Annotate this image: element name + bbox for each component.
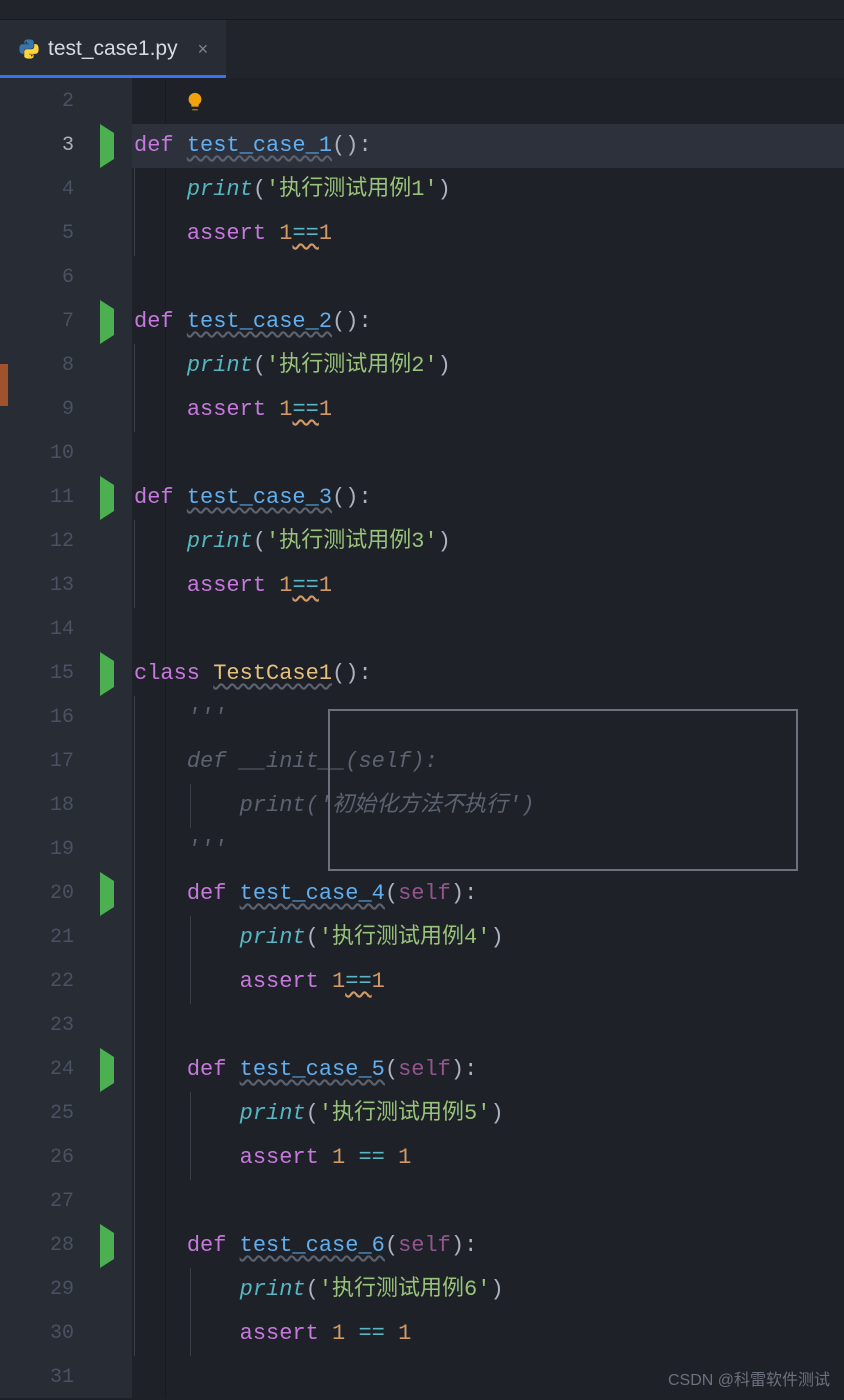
line-number[interactable]: 4 — [12, 168, 82, 212]
line-number[interactable]: 30 — [12, 1312, 82, 1356]
line-number[interactable]: 3 — [12, 124, 82, 168]
code-area[interactable]: def test_case_1(): print('执行测试用例1') asse… — [132, 78, 844, 1398]
code-line-22[interactable]: assert 1==1 — [132, 960, 844, 1004]
tab-bar: test_case1.py × — [0, 20, 844, 78]
line-number[interactable]: 7 — [12, 300, 82, 344]
line-number[interactable]: 22 — [12, 960, 82, 1004]
line-number[interactable]: 8 — [12, 344, 82, 388]
run-test-icon[interactable] — [100, 1224, 114, 1268]
line-number[interactable]: 20 — [12, 872, 82, 916]
run-test-icon[interactable] — [100, 476, 114, 520]
line-number[interactable]: 10 — [12, 432, 82, 476]
line-number[interactable]: 6 — [12, 256, 82, 300]
line-number[interactable]: 24 — [12, 1048, 82, 1092]
code-line-14[interactable] — [132, 608, 844, 652]
line-number-gutter: 2345678910111213141516171819202122232425… — [12, 78, 82, 1398]
run-test-icon[interactable] — [100, 124, 114, 168]
code-line-8[interactable]: print('执行测试用例2') — [132, 344, 844, 388]
marker-gutter — [0, 78, 12, 1398]
file-tab[interactable]: test_case1.py × — [0, 20, 226, 78]
code-line-18[interactable]: print('初始化方法不执行') — [132, 784, 844, 828]
line-number[interactable]: 9 — [12, 388, 82, 432]
line-number[interactable]: 12 — [12, 520, 82, 564]
line-number[interactable]: 28 — [12, 1224, 82, 1268]
watermark: CSDN @科雷软件测试 — [668, 1366, 830, 1390]
code-line-29[interactable]: print('执行测试用例6') — [132, 1268, 844, 1312]
line-number[interactable]: 13 — [12, 564, 82, 608]
run-test-icon[interactable] — [100, 872, 114, 916]
code-line-20[interactable]: def test_case_4(self): — [132, 872, 844, 916]
line-number[interactable]: 2 — [12, 80, 82, 124]
line-number[interactable]: 18 — [12, 784, 82, 828]
code-line-25[interactable]: print('执行测试用例5') — [132, 1092, 844, 1136]
code-line-12[interactable]: print('执行测试用例3') — [132, 520, 844, 564]
code-line-11[interactable]: def test_case_3(): — [132, 476, 844, 520]
line-number[interactable]: 16 — [12, 696, 82, 740]
code-line-30[interactable]: assert 1 == 1 — [132, 1312, 844, 1356]
code-line-19[interactable]: ''' — [132, 828, 844, 872]
code-line-21[interactable]: print('执行测试用例4') — [132, 916, 844, 960]
run-test-icon[interactable] — [100, 300, 114, 344]
line-number[interactable]: 21 — [12, 916, 82, 960]
code-line-10[interactable] — [132, 432, 844, 476]
code-line-7[interactable]: def test_case_2(): — [132, 300, 844, 344]
line-number[interactable]: 5 — [12, 212, 82, 256]
line-number[interactable]: 11 — [12, 476, 82, 520]
code-line-4[interactable]: print('执行测试用例1') — [132, 168, 844, 212]
window-top-bar — [0, 0, 844, 20]
python-file-icon — [18, 38, 40, 60]
line-number[interactable]: 19 — [12, 828, 82, 872]
line-number[interactable]: 14 — [12, 608, 82, 652]
code-line-27[interactable] — [132, 1180, 844, 1224]
line-number[interactable]: 31 — [12, 1356, 82, 1400]
code-line-5[interactable]: assert 1==1 — [132, 212, 844, 256]
line-number[interactable]: 25 — [12, 1092, 82, 1136]
close-icon[interactable]: × — [198, 39, 209, 60]
code-line-13[interactable]: assert 1==1 — [132, 564, 844, 608]
code-line-24[interactable]: def test_case_5(self): — [132, 1048, 844, 1092]
line-number[interactable]: 27 — [12, 1180, 82, 1224]
code-line-3[interactable]: def test_case_1(): — [132, 124, 844, 168]
line-number[interactable]: 15 — [12, 652, 82, 696]
run-gutter — [82, 78, 132, 1398]
line-number[interactable]: 26 — [12, 1136, 82, 1180]
code-line-9[interactable]: assert 1==1 — [132, 388, 844, 432]
editor-area[interactable]: 2345678910111213141516171819202122232425… — [0, 78, 844, 1398]
code-line-6[interactable] — [132, 256, 844, 300]
code-line-17[interactable]: def __init__(self): — [132, 740, 844, 784]
code-line-2[interactable] — [132, 80, 844, 124]
code-line-26[interactable]: assert 1 == 1 — [132, 1136, 844, 1180]
line-number[interactable]: 17 — [12, 740, 82, 784]
code-line-15[interactable]: class TestCase1(): — [132, 652, 844, 696]
bookmark-marker[interactable] — [0, 364, 8, 406]
run-test-icon[interactable] — [100, 652, 114, 696]
code-line-23[interactable] — [132, 1004, 844, 1048]
line-number[interactable]: 29 — [12, 1268, 82, 1312]
tab-filename: test_case1.py — [48, 37, 178, 61]
run-test-icon[interactable] — [100, 1048, 114, 1092]
line-number[interactable]: 23 — [12, 1004, 82, 1048]
code-line-28[interactable]: def test_case_6(self): — [132, 1224, 844, 1268]
code-line-16[interactable]: ''' — [132, 696, 844, 740]
